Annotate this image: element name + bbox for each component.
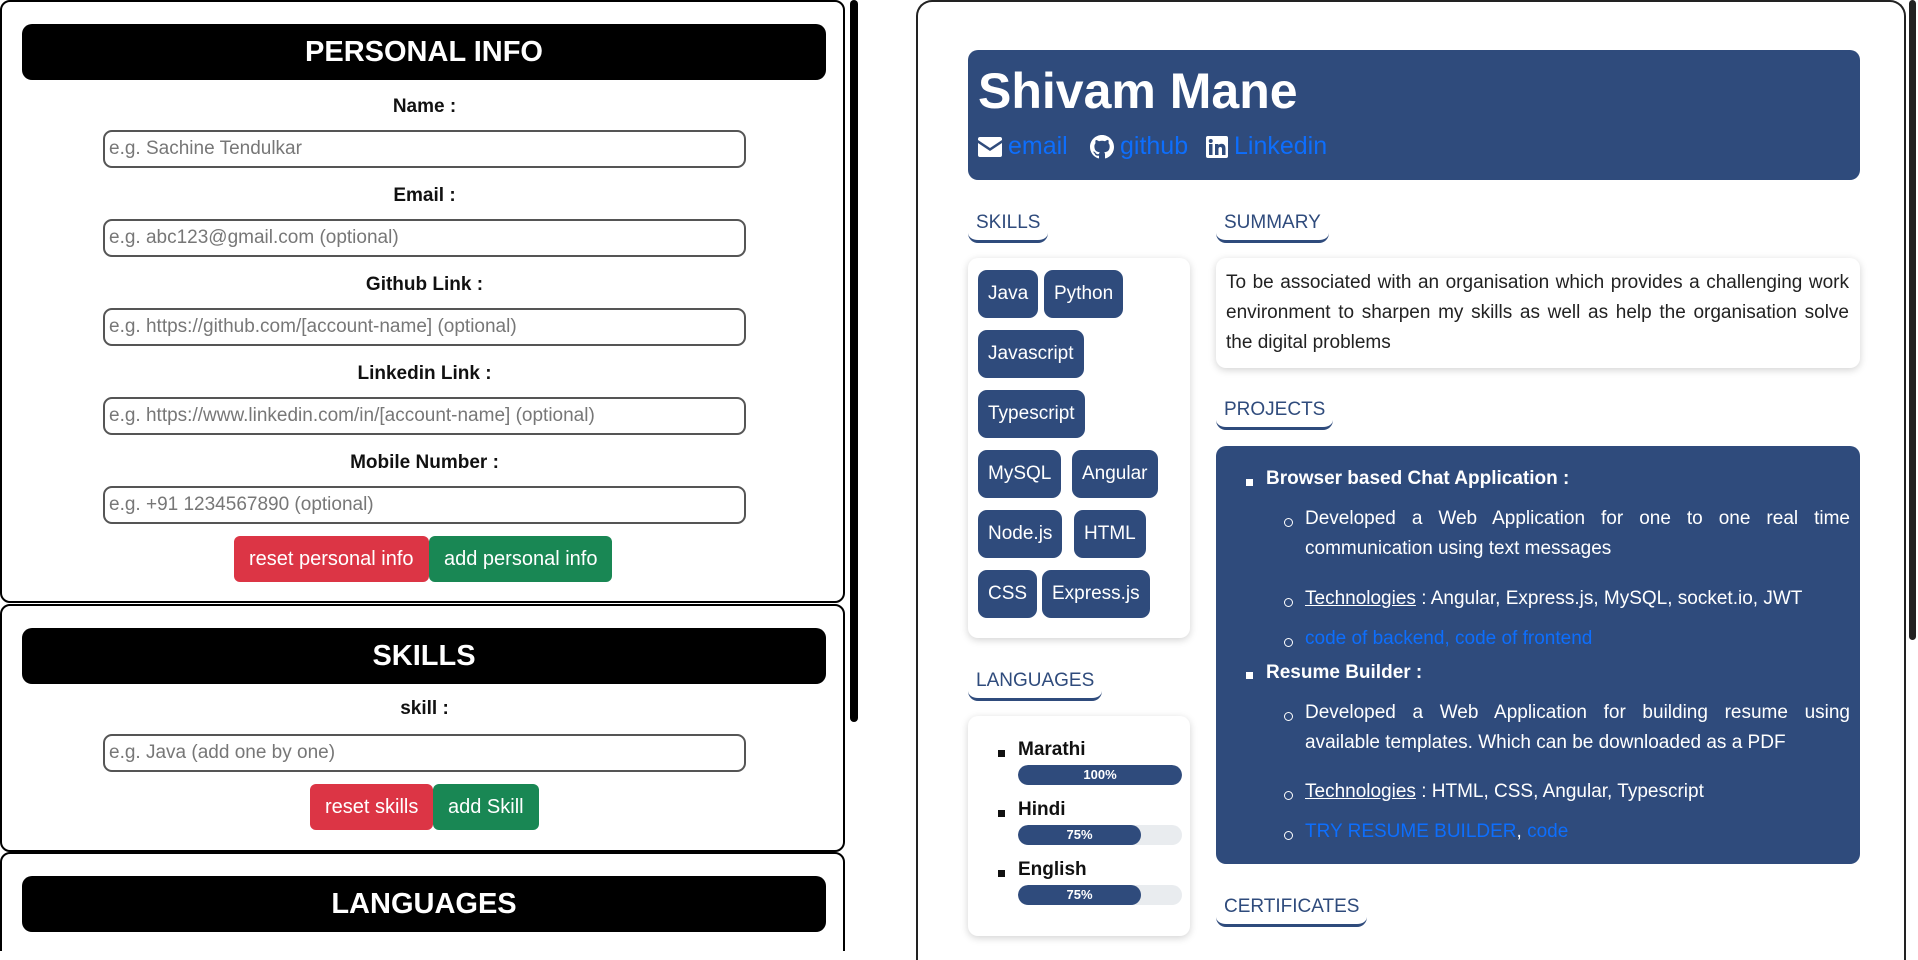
language-progress-fill: 100%	[1018, 765, 1182, 785]
skill-chip: Java	[978, 270, 1039, 318]
mobile-input[interactable]	[103, 486, 746, 524]
skill-chip: Python	[1044, 270, 1124, 318]
linkedin-input[interactable]	[103, 397, 746, 435]
email-input[interactable]	[103, 219, 746, 257]
linkedin-link-text: Linkedin	[1234, 132, 1328, 160]
bullet	[1284, 518, 1293, 527]
project-title: Resume Builder :	[1266, 662, 1423, 683]
project-technologies: Technologies : HTML, CSS, Angular, Types…	[1305, 777, 1850, 807]
email-link-text: email	[1008, 132, 1068, 160]
name-banner: Shivam Mane email github Linkedin	[968, 50, 1860, 180]
languages-card: Marathi 100% Hindi 75% English 75%	[968, 716, 1190, 936]
project-description: Developed a Web Application for building…	[1305, 702, 1850, 753]
language-name: Marathi	[1018, 739, 1086, 760]
skill-chip: Angular	[1072, 450, 1158, 498]
reset-skills-button[interactable]: reset skills	[310, 784, 434, 830]
languages-form-header: LANGUAGES	[22, 876, 826, 932]
technologies-value: : HTML, CSS, Angular, Typescript	[1415, 781, 1704, 802]
summary-text: To be associated with an organisation wh…	[1226, 272, 1849, 353]
skill-chip: Javascript	[978, 330, 1084, 378]
skill-label: skill :	[400, 698, 449, 719]
technologies-label: Technologies	[1305, 781, 1416, 802]
code-of-frontend-link[interactable]: code of frontend	[1455, 628, 1592, 649]
project-title: Browser based Chat Application :	[1266, 468, 1570, 489]
reset-personal-info-button[interactable]: reset personal info	[234, 536, 429, 582]
bullet	[1246, 479, 1253, 486]
email-label: Email :	[393, 185, 456, 206]
language-progress-fill: 75%	[1018, 885, 1141, 905]
skill-chip: Node.js	[978, 510, 1063, 558]
skill-chip: CSS	[978, 570, 1038, 618]
languages-form-card: LANGUAGES	[0, 852, 845, 951]
add-skill-button[interactable]: add Skill	[433, 784, 539, 830]
skill-chip: Typescript	[978, 390, 1085, 438]
bullet	[1284, 712, 1293, 721]
bullet	[998, 870, 1005, 877]
envelope-icon	[978, 136, 1002, 157]
bullet	[998, 750, 1005, 757]
link-separator: ,	[1516, 821, 1528, 842]
skills-form-header: SKILLS	[22, 628, 826, 684]
language-progress: 75%	[1018, 885, 1182, 905]
name-input[interactable]	[103, 130, 746, 168]
add-personal-info-button[interactable]: add personal info	[429, 536, 613, 582]
skill-chip: HTML	[1074, 510, 1146, 558]
github-link-text: github	[1120, 132, 1189, 160]
github-input[interactable]	[103, 308, 746, 346]
project-technologies: Technologies : Angular, Express.js, MySQ…	[1305, 584, 1850, 614]
form-panel: PERSONAL INFO Name : Email : Github Link…	[0, 0, 850, 951]
personal-info-card: PERSONAL INFO Name : Email : Github Link…	[0, 0, 845, 603]
technologies-label: Technologies	[1305, 588, 1416, 609]
link-separator: ,	[1444, 628, 1456, 649]
github-link[interactable]: github	[1090, 132, 1188, 161]
languages-section-title: LANGUAGES	[968, 670, 1103, 701]
skill-chip: Express.js	[1042, 570, 1150, 618]
linkedin-label: Linkedin Link :	[357, 363, 492, 384]
github-icon	[1090, 134, 1114, 158]
github-label: Github Link :	[365, 274, 484, 295]
project-description: Developed a Web Application for one to o…	[1305, 508, 1850, 559]
projects-card: Browser based Chat Application : Develop…	[1216, 446, 1860, 864]
projects-section-title: PROJECTS	[1216, 399, 1334, 430]
project-links: code of backend, code of frontend	[1305, 624, 1850, 654]
summary-section-title: SUMMARY	[1216, 212, 1329, 243]
skills-card: Java Python Javascript Typescript MySQL …	[968, 258, 1190, 638]
bullet	[1246, 672, 1253, 679]
summary-card: To be associated with an organisation wh…	[1216, 258, 1860, 368]
linkedin-icon	[1206, 135, 1228, 158]
bullet	[1284, 791, 1293, 800]
resume-scrollbar-thumb[interactable]	[1909, 0, 1916, 640]
language-name: English	[1018, 859, 1087, 880]
technologies-value: : Angular, Express.js, MySQL, socket.io,…	[1415, 588, 1803, 609]
linkedin-link[interactable]: Linkedin	[1206, 132, 1327, 161]
resume-name: Shivam Mane	[978, 63, 1298, 119]
skill-chip: MySQL	[978, 450, 1062, 498]
email-link[interactable]: email	[978, 132, 1068, 161]
bullet	[1284, 638, 1293, 647]
name-label: Name :	[392, 96, 457, 117]
bullet	[998, 810, 1005, 817]
skills-section-title: SKILLS	[968, 212, 1049, 243]
skills-form-card: SKILLS skill : reset skills add Skill	[0, 604, 845, 852]
language-progress: 100%	[1018, 765, 1182, 785]
bullet	[1284, 598, 1293, 607]
certificates-section-title: CERTIFICATES	[1216, 896, 1368, 927]
personal-info-header: PERSONAL INFO	[22, 24, 826, 80]
project-links: TRY RESUME BUILDER, code	[1305, 817, 1850, 847]
language-progress-fill: 75%	[1018, 825, 1141, 845]
form-scrollbar-thumb[interactable]	[850, 0, 858, 722]
language-name: Hindi	[1018, 799, 1066, 820]
code-link[interactable]: code	[1527, 821, 1568, 842]
mobile-label: Mobile Number :	[350, 452, 499, 473]
language-progress: 75%	[1018, 825, 1182, 845]
code-of-backend-link[interactable]: code of backend	[1305, 628, 1444, 649]
resume-preview: Shivam Mane email github Linkedin SKILLS…	[916, 0, 1906, 960]
skill-input[interactable]	[103, 734, 746, 772]
try-resume-builder-link[interactable]: TRY RESUME BUILDER	[1305, 821, 1517, 842]
bullet	[1284, 831, 1293, 840]
